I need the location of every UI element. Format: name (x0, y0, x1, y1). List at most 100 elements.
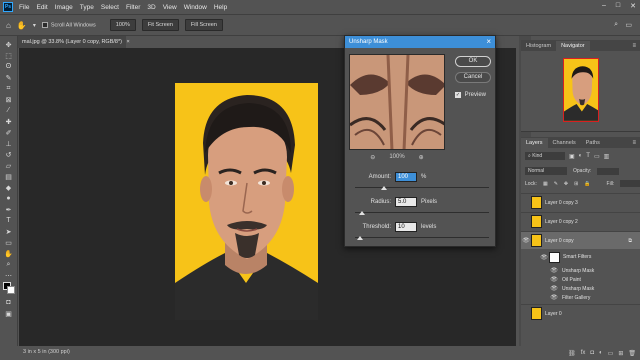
zoom-in-icon[interactable]: ⊕ (419, 154, 424, 161)
eye-icon[interactable]: 👁 (549, 276, 559, 283)
fill-input[interactable] (620, 180, 640, 187)
more-tools-icon[interactable]: ⋯ (3, 271, 15, 280)
menu-view[interactable]: View (163, 4, 177, 11)
rectangle-tool-icon[interactable]: ▭ (3, 238, 15, 247)
brush-tool-icon[interactable]: ✐ (3, 128, 15, 137)
menu-filter[interactable]: Filter (126, 4, 140, 11)
filter-smart-icon[interactable]: ▥ (604, 153, 610, 160)
blur-tool-icon[interactable]: ◆ (3, 183, 15, 192)
eye-icon[interactable]: 👁 (549, 294, 559, 301)
layer-row-selected[interactable]: 👁 Layer 0 copy ⧉ (521, 231, 640, 249)
tab-layers[interactable]: Layers (521, 137, 548, 148)
opacity-input[interactable] (597, 167, 620, 175)
amount-slider[interactable] (355, 186, 489, 190)
layer-row[interactable]: Layer 0 copy 2 (521, 212, 640, 230)
filter-name[interactable]: Unsharp Mask (562, 286, 594, 292)
add-mask-icon[interactable]: ◘ (590, 350, 594, 356)
menu-file[interactable]: File (19, 4, 29, 11)
layer-row[interactable]: Layer 0 copy 3 (521, 193, 640, 211)
menu-edit[interactable]: Edit (36, 4, 47, 11)
layer-style-icon[interactable]: fx (581, 350, 586, 356)
maximize-icon[interactable]: □ (616, 2, 620, 10)
color-swatches-icon[interactable] (2, 282, 15, 296)
cancel-button[interactable]: Cancel (455, 72, 491, 83)
filter-name[interactable]: Filter Gallery (562, 295, 590, 301)
radius-slider-handle[interactable] (358, 211, 365, 215)
filter-row[interactable]: 👁 Unsharp Mask (521, 266, 640, 275)
filter-preview[interactable] (349, 54, 445, 150)
crop-tool-icon[interactable]: ⌗ (3, 84, 15, 93)
tab-navigator[interactable]: Navigator (556, 40, 590, 51)
layer-name[interactable]: Layer 0 (545, 311, 562, 317)
layer-name[interactable]: Layer 0 copy 2 (545, 219, 578, 225)
photoshop-logo-icon[interactable]: Ps (3, 2, 13, 12)
clone-stamp-tool-icon[interactable]: ⊥ (3, 139, 15, 148)
fill-screen-button[interactable]: Fill Screen (184, 19, 223, 31)
hand-tool-icon[interactable]: ✋ (17, 21, 27, 30)
tool-preset-chevron-icon[interactable]: ▾ (33, 22, 36, 29)
eye-icon[interactable]: 👁 (549, 267, 559, 274)
eyedropper-tool-icon[interactable]: ⁄ (3, 106, 15, 115)
panel-menu-icon[interactable]: ≡ (632, 43, 636, 49)
menu-window[interactable]: Window (184, 4, 207, 11)
dialog-title-bar[interactable]: Unsharp Mask × (345, 36, 495, 48)
history-brush-tool-icon[interactable]: ↺ (3, 150, 15, 159)
close-window-icon[interactable]: ✕ (630, 2, 636, 10)
frame-tool-icon[interactable]: ⊠ (3, 95, 15, 104)
threshold-slider-handle[interactable] (357, 236, 364, 240)
zoom-out-icon[interactable]: ⊖ (370, 154, 375, 161)
move-tool-icon[interactable]: ✥ (3, 40, 15, 49)
fit-screen-button[interactable]: Fit Screen (141, 19, 179, 31)
amount-slider-handle[interactable] (381, 186, 388, 190)
screen-mode-icon[interactable]: ▣ (3, 309, 15, 318)
close-tab-icon[interactable]: × (126, 39, 129, 45)
tab-channels[interactable]: Channels (548, 138, 581, 148)
filter-adjust-icon[interactable]: ◐ (579, 153, 583, 159)
type-tool-icon[interactable]: T (3, 216, 15, 225)
threshold-slider[interactable] (355, 236, 489, 240)
tab-paths[interactable]: Paths (581, 138, 605, 148)
tab-histogram[interactable]: Histogram (521, 41, 556, 51)
filter-name[interactable]: Oil Paint (562, 277, 581, 283)
scroll-all-windows-checkbox[interactable]: Scroll All Windows (41, 21, 96, 28)
workspace-icon[interactable]: ▭ (625, 21, 632, 29)
search-icon[interactable]: ⌕ (614, 21, 618, 29)
lock-position-icon[interactable]: ✥ (564, 181, 568, 187)
dodge-tool-icon[interactable]: ● (3, 194, 15, 203)
gradient-tool-icon[interactable]: ▤ (3, 172, 15, 181)
filter-shape-icon[interactable]: ▭ (594, 153, 600, 160)
adjustment-layer-icon[interactable]: ◐ (599, 350, 603, 356)
menu-3d[interactable]: 3D (147, 4, 155, 11)
minimize-icon[interactable]: – (602, 2, 606, 10)
menu-help[interactable]: Help (214, 4, 227, 11)
healing-brush-tool-icon[interactable]: ✚ (3, 117, 15, 126)
lock-all-icon[interactable]: 🔒 (584, 181, 590, 187)
document-tab[interactable]: mal.jpg @ 33.8% (Layer 0 copy, RGB/8*) × (18, 36, 130, 48)
layer-row[interactable]: Layer 0 (521, 304, 640, 322)
lock-pixels-icon[interactable]: ▦ (543, 181, 548, 187)
smart-filters-row[interactable]: 👁 Smart Filters (521, 250, 640, 264)
lock-artboard-icon[interactable]: ⊞ (574, 181, 578, 187)
marquee-tool-icon[interactable]: ⬚ (3, 51, 15, 60)
zoom-100-button[interactable]: 100% (109, 19, 136, 31)
filter-mask-thumbnail[interactable] (549, 251, 560, 263)
new-layer-icon[interactable]: ⊞ (618, 350, 623, 357)
filter-row[interactable]: 👁 Oil Paint (521, 275, 640, 284)
navigator-thumbnail[interactable] (563, 58, 599, 122)
threshold-input[interactable]: 10 (395, 222, 417, 232)
path-selection-tool-icon[interactable]: ➤ (3, 227, 15, 236)
quick-mask-icon[interactable]: ◘ (3, 298, 15, 307)
layer-name[interactable]: Layer 0 copy 3 (545, 200, 578, 206)
layers-panel-menu-icon[interactable]: ≡ (632, 140, 636, 146)
home-icon[interactable]: ⌂ (6, 21, 11, 30)
filter-row[interactable]: 👁 Unsharp Mask (521, 284, 640, 293)
quick-select-tool-icon[interactable]: ✎ (3, 73, 15, 82)
eye-icon[interactable]: 👁 (521, 237, 531, 244)
eraser-tool-icon[interactable]: ▱ (3, 161, 15, 170)
kind-filter-select[interactable]: ⌕ Kind (525, 152, 565, 160)
zoom-tool-icon[interactable]: ⌕ (3, 260, 15, 269)
layer-name[interactable]: Layer 0 copy (545, 238, 574, 244)
link-layers-icon[interactable]: ⛓ (568, 350, 576, 357)
lasso-tool-icon[interactable]: ʘ (3, 62, 15, 71)
ok-button[interactable]: OK (455, 56, 491, 67)
